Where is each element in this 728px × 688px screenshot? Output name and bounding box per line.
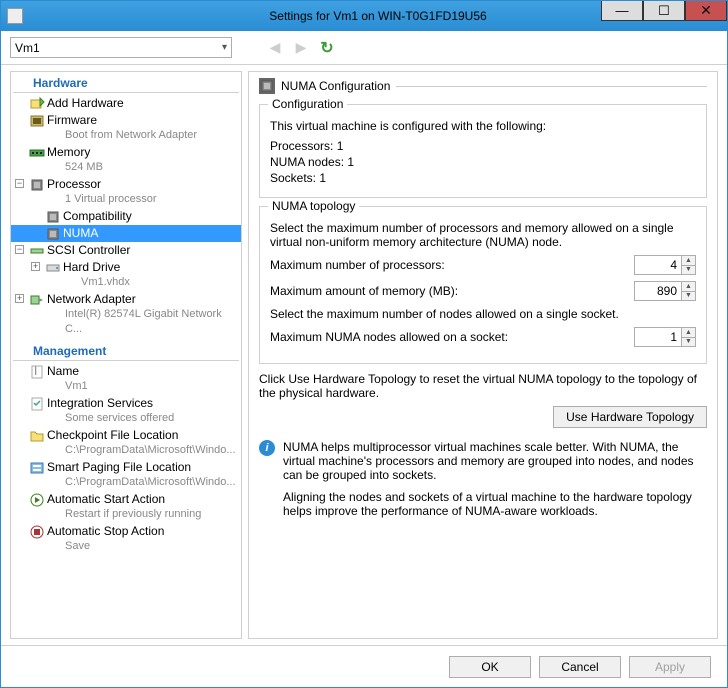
expander-icon[interactable]: − xyxy=(15,179,24,188)
settings-tree: Hardware Add Hardware Firmware Boot from… xyxy=(10,71,242,639)
tree-scsi-controller[interactable]: − SCSI Controller xyxy=(11,242,241,259)
tree-network-adapter[interactable]: + Network Adapter Intel(R) 82574L Gigabi… xyxy=(11,291,241,338)
use-hardware-topology-button[interactable]: Use Hardware Topology xyxy=(553,406,707,428)
max-proc-label: Maximum number of processors: xyxy=(270,258,445,272)
folder-icon xyxy=(29,428,45,444)
memory-icon xyxy=(29,145,45,161)
refresh-icon: ↻ xyxy=(320,38,333,58)
spin-up-icon[interactable]: ▲ xyxy=(682,328,695,338)
info-text: NUMA helps multiprocessor virtual machin… xyxy=(283,440,707,526)
vm-selector-value: Vm1 xyxy=(15,41,40,55)
max-nodes-label: Maximum NUMA nodes allowed on a socket: xyxy=(270,330,508,344)
tree-auto-start[interactable]: Automatic Start Action Restart if previo… xyxy=(11,491,241,523)
configuration-group: Configuration This virtual machine is co… xyxy=(259,104,707,198)
tree-add-hardware[interactable]: Add Hardware xyxy=(11,95,241,112)
expander-icon[interactable]: + xyxy=(15,294,24,303)
spin-down-icon[interactable]: ▼ xyxy=(682,266,695,275)
tree-auto-stop[interactable]: Automatic Stop Action Save xyxy=(11,523,241,555)
dialog-footer: OK Cancel Apply xyxy=(1,645,727,687)
tree-memory[interactable]: Memory 524 MB xyxy=(11,144,241,176)
management-section-header[interactable]: Management xyxy=(13,342,239,361)
tree-compatibility[interactable]: Compatibility xyxy=(11,208,241,225)
expander-icon[interactable]: + xyxy=(31,262,40,271)
name-icon: I xyxy=(29,364,45,380)
hardware-section-header[interactable]: Hardware xyxy=(13,74,239,93)
nav-forward-button[interactable]: ▶ xyxy=(292,39,310,57)
stop-action-icon xyxy=(29,524,45,540)
tree-hard-drive[interactable]: + Hard Drive Vm1.vhdx xyxy=(11,259,241,291)
spin-down-icon[interactable]: ▼ xyxy=(682,338,695,347)
settings-detail-panel: NUMA Configuration Configuration This vi… xyxy=(248,71,718,639)
svg-text:I: I xyxy=(34,364,37,378)
maximize-button[interactable]: ☐ xyxy=(643,1,685,21)
close-button[interactable]: ✕ xyxy=(685,1,727,21)
hard-drive-icon xyxy=(45,260,61,276)
topology-legend: NUMA topology xyxy=(268,199,359,213)
processor-icon xyxy=(45,209,61,225)
integration-icon xyxy=(29,396,45,412)
tree-name[interactable]: I Name Vm1 xyxy=(11,363,241,395)
max-nodes-spinner[interactable]: ▲▼ xyxy=(634,327,696,347)
info-icon: i xyxy=(259,440,275,456)
tree-integration-services[interactable]: Integration Services Some services offer… xyxy=(11,395,241,427)
expander-icon[interactable]: − xyxy=(15,245,24,254)
max-mem-label: Maximum amount of memory (MB): xyxy=(270,284,458,298)
vm-selector[interactable]: Vm1 ▾ xyxy=(10,37,232,58)
scsi-icon xyxy=(29,243,45,259)
refresh-button[interactable]: ↻ xyxy=(318,39,336,57)
max-nodes-input[interactable] xyxy=(635,328,681,346)
add-hardware-icon xyxy=(29,96,45,112)
spin-down-icon[interactable]: ▼ xyxy=(682,292,695,301)
app-icon xyxy=(7,8,23,24)
max-proc-spinner[interactable]: ▲▼ xyxy=(634,255,696,275)
tree-firmware[interactable]: Firmware Boot from Network Adapter xyxy=(11,112,241,144)
processor-icon xyxy=(259,78,275,94)
processor-icon xyxy=(45,226,61,242)
start-action-icon xyxy=(29,492,45,508)
ok-button[interactable]: OK xyxy=(449,656,531,678)
tree-processor[interactable]: − Processor 1 Virtual processor xyxy=(11,176,241,208)
panel-title: NUMA Configuration xyxy=(281,79,390,93)
toolbar: Vm1 ▾ ◀ ▶ ↻ xyxy=(1,31,727,65)
configuration-legend: Configuration xyxy=(268,97,347,111)
tree-smart-paging-location[interactable]: Smart Paging File Location C:\ProgramDat… xyxy=(11,459,241,491)
spin-up-icon[interactable]: ▲ xyxy=(682,256,695,266)
tree-numa[interactable]: NUMA xyxy=(11,225,241,242)
spin-up-icon[interactable]: ▲ xyxy=(682,282,695,292)
config-intro: This virtual machine is configured with … xyxy=(270,119,696,133)
processor-icon xyxy=(29,177,45,193)
max-mem-input[interactable] xyxy=(635,282,681,300)
nav-back-button[interactable]: ◀ xyxy=(266,39,284,57)
max-proc-input[interactable] xyxy=(635,256,681,274)
topology-intro2: Select the maximum number of nodes allow… xyxy=(270,307,696,321)
firmware-icon xyxy=(29,113,45,129)
topology-intro: Select the maximum number of processors … xyxy=(270,221,696,249)
paging-icon xyxy=(29,460,45,476)
titlebar: Settings for Vm1 on WIN-T0G1FD19U56 — ☐ … xyxy=(1,1,727,31)
tree-checkpoint-location[interactable]: Checkpoint File Location C:\ProgramData\… xyxy=(11,427,241,459)
topology-group: NUMA topology Select the maximum number … xyxy=(259,206,707,364)
max-mem-spinner[interactable]: ▲▼ xyxy=(634,281,696,301)
apply-button[interactable]: Apply xyxy=(629,656,711,678)
dropdown-arrow-icon: ▾ xyxy=(222,42,227,53)
network-adapter-icon xyxy=(29,292,45,308)
minimize-button[interactable]: — xyxy=(601,1,643,21)
cancel-button[interactable]: Cancel xyxy=(539,656,621,678)
reset-text: Click Use Hardware Topology to reset the… xyxy=(259,372,707,400)
